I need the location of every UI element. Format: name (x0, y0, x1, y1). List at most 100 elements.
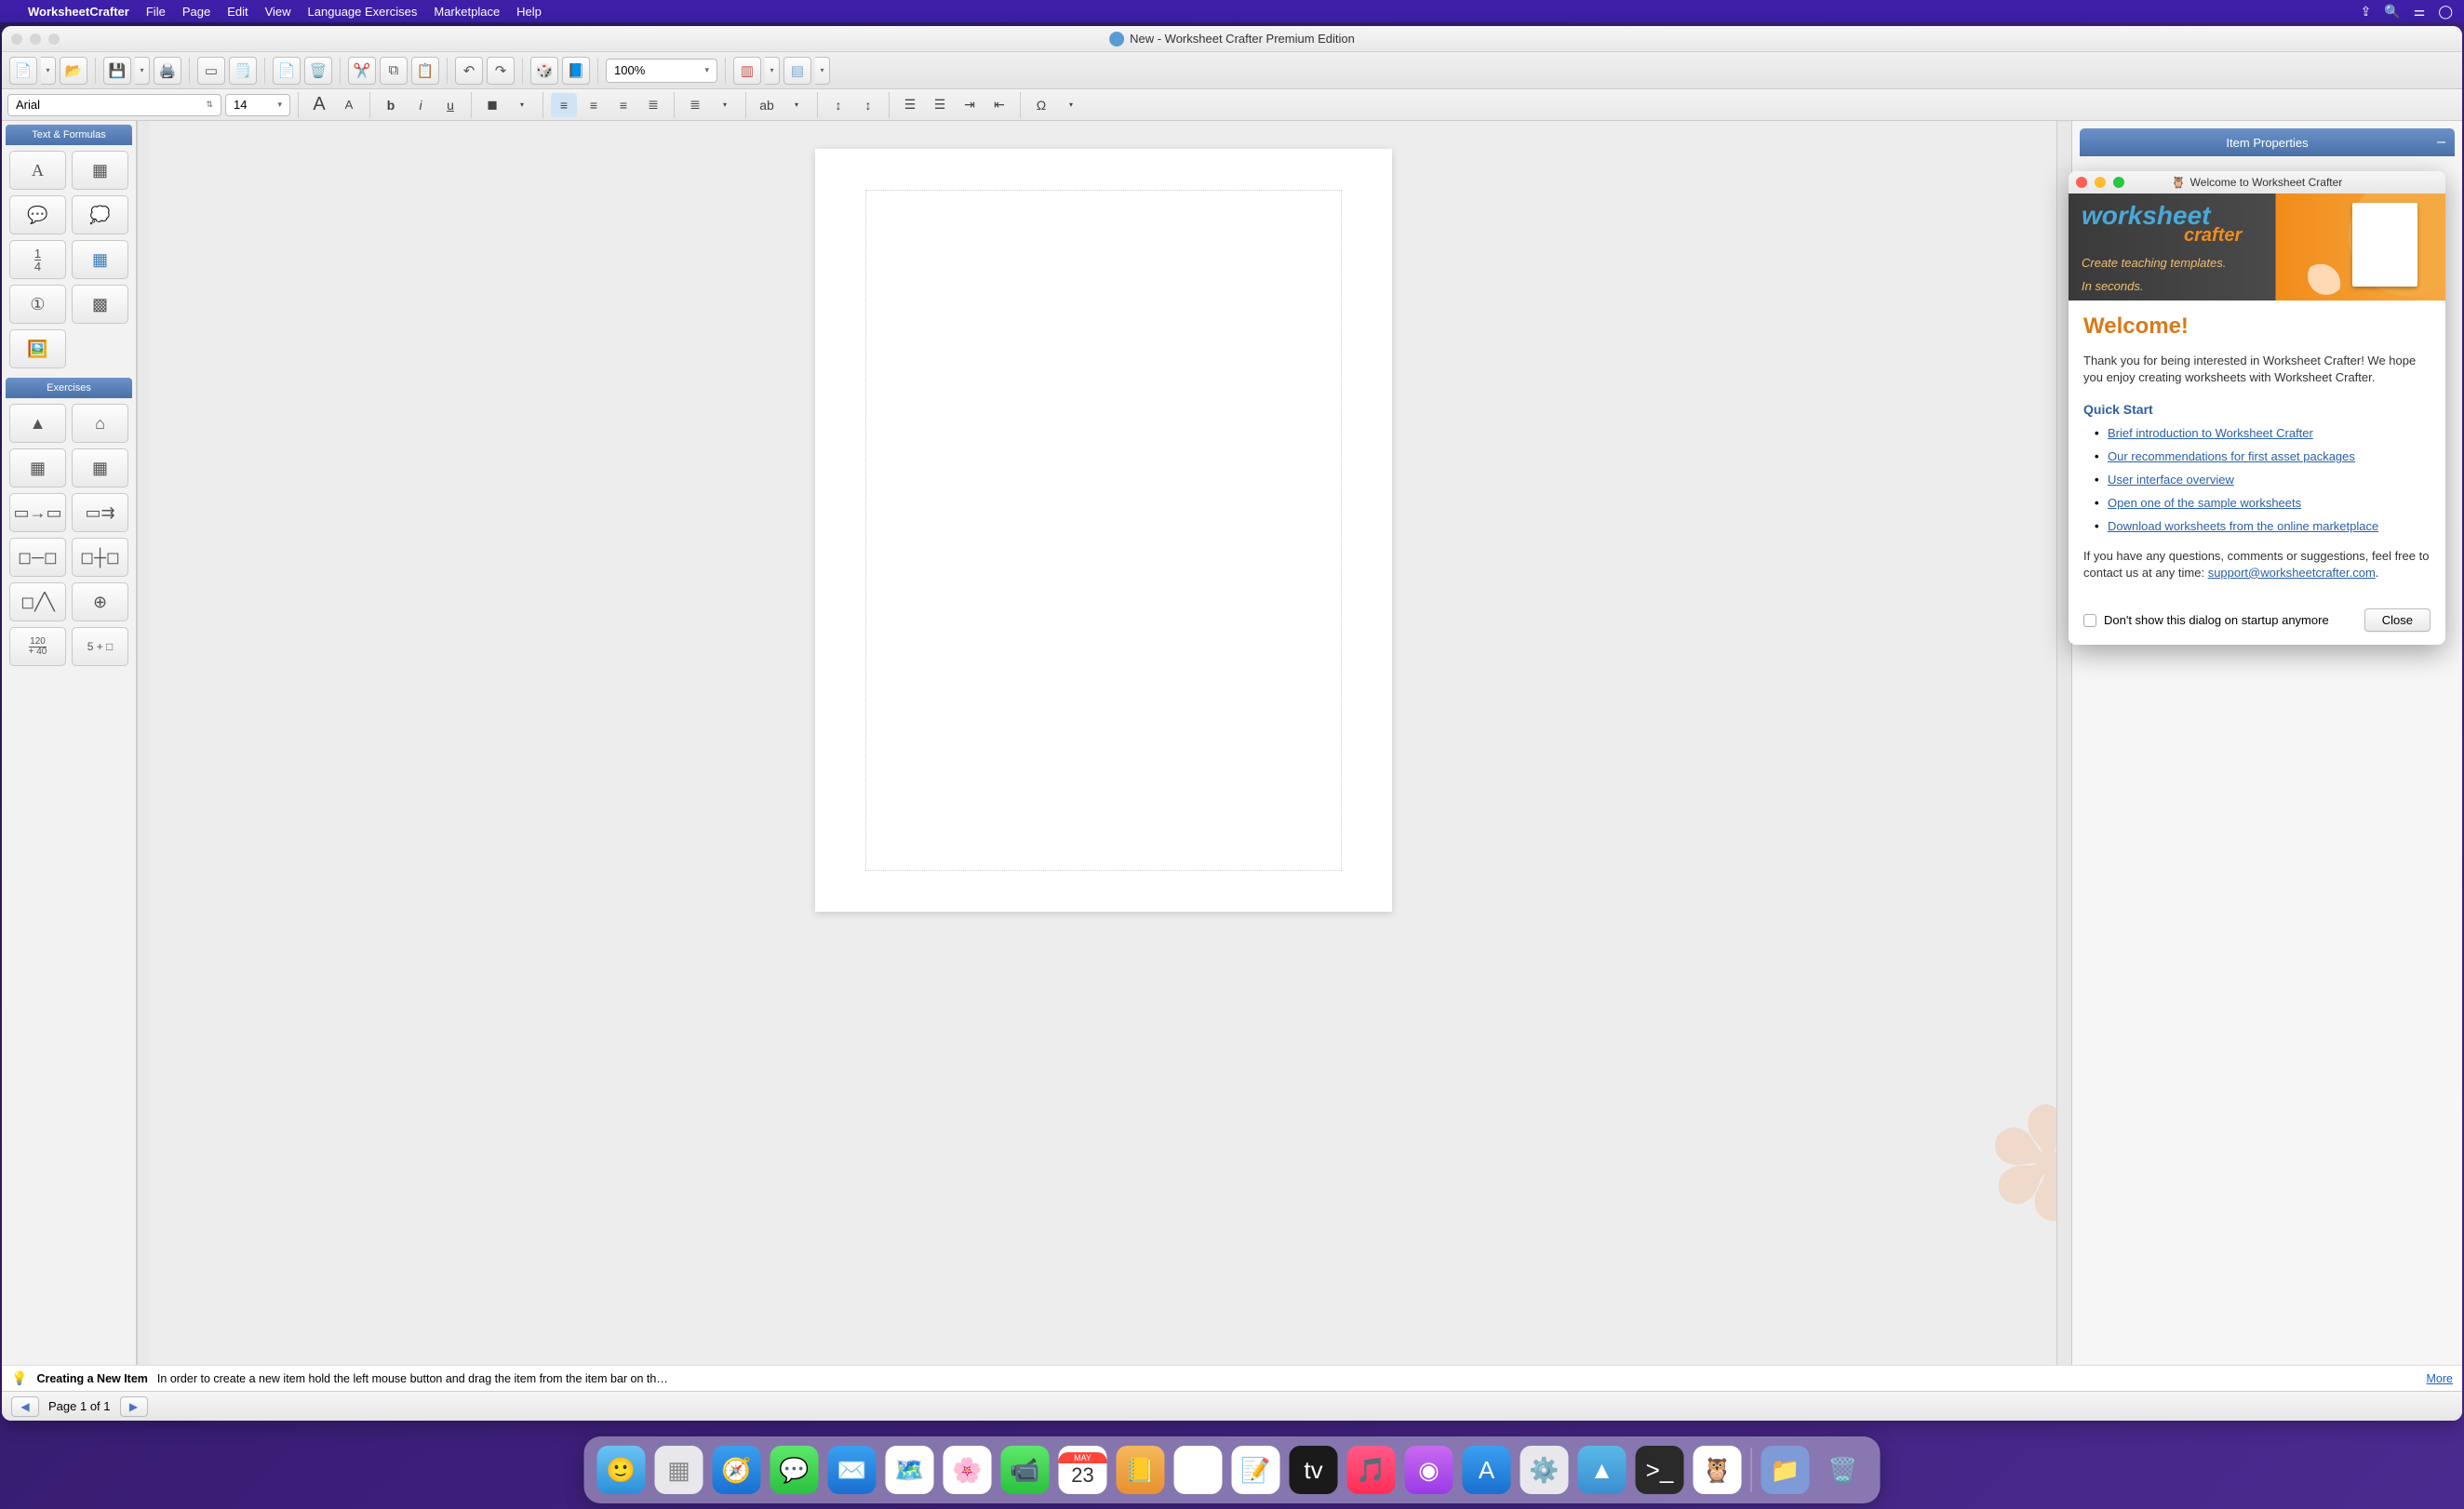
contact-email-link[interactable]: support@worksheetcrafter.com (2208, 566, 2376, 580)
control-center-icon[interactable]: ⚌ (2414, 4, 2426, 20)
redo-button[interactable]: ↷ (487, 57, 515, 85)
hyphenation-dropdown[interactable]: ▾ (783, 93, 810, 117)
dock-finder[interactable]: 🙂 (597, 1446, 646, 1494)
spotlight-icon[interactable]: 🔍 (2384, 4, 2400, 20)
align-vert-dropdown[interactable]: ▾ (815, 57, 830, 85)
worksheet-page[interactable] (815, 149, 1392, 912)
tool-table[interactable]: ▦ (72, 240, 128, 279)
page-layout-button[interactable]: ▭ (197, 57, 225, 85)
tool-flowchart-2[interactable]: ◻┼◻ (72, 538, 128, 577)
tool-image[interactable]: 🖼️ (9, 329, 66, 368)
font-color-dropdown[interactable]: ▾ (509, 93, 535, 117)
dialog-close-icon[interactable] (2076, 177, 2087, 188)
align-center-button[interactable]: ≡ (581, 93, 607, 117)
window-close-icon[interactable] (11, 33, 22, 45)
tool-chain-right[interactable]: ▭→▭ (9, 493, 66, 532)
siri-icon[interactable]: ◯ (2438, 4, 2453, 20)
window-zoom-icon[interactable] (48, 33, 60, 45)
menubar-app-name[interactable]: WorksheetCrafter (28, 5, 129, 19)
tool-grid-small[interactable]: ▦ (9, 448, 66, 487)
list-numbered-button[interactable]: ☰ (897, 93, 923, 117)
dock-safari[interactable]: 🧭 (713, 1446, 761, 1494)
print-button[interactable]: 🖨️ (154, 57, 181, 85)
hyphenation-button[interactable]: ab (754, 93, 780, 117)
quickstart-link-assets[interactable]: Our recommendations for first asset pack… (2108, 449, 2355, 463)
align-justify-button[interactable]: ≣ (640, 93, 666, 117)
dock-notes[interactable]: 📝 (1232, 1446, 1280, 1494)
indent-decrease-button[interactable]: ⇤ (986, 93, 1012, 117)
special-char-dropdown[interactable]: ▾ (1058, 93, 1084, 117)
open-button[interactable]: 📂 (60, 57, 87, 85)
align-right-button[interactable]: ≡ (610, 93, 636, 117)
dice-button[interactable]: 🎲 (530, 57, 558, 85)
tool-qr-code[interactable]: ▩ (72, 285, 128, 324)
tool-circled-number[interactable]: ① (9, 285, 66, 324)
font-increase-button[interactable]: A (306, 93, 332, 117)
window-minimize-icon[interactable] (30, 33, 41, 45)
menu-language-exercises[interactable]: Language Exercises (308, 5, 418, 19)
align-horiz-dropdown[interactable]: ▾ (765, 57, 780, 85)
menu-marketplace[interactable]: Marketplace (434, 5, 500, 19)
menu-edit[interactable]: Edit (227, 5, 248, 19)
tool-equation-blank[interactable]: 5 + □ (72, 627, 128, 666)
tool-speech-bubble[interactable]: 💬 (9, 195, 66, 234)
font-family-combo[interactable]: Arial ⇅ (7, 94, 221, 116)
new-document-button[interactable]: 📄 (9, 57, 37, 85)
dock-contacts[interactable]: 📒 (1117, 1446, 1165, 1494)
font-decrease-button[interactable]: A (336, 93, 362, 117)
close-button[interactable]: Close (2364, 608, 2431, 632)
bold-button[interactable]: b (378, 93, 404, 117)
tool-tree[interactable]: ◻╱╲ (9, 582, 66, 621)
dictionary-button[interactable]: 📘 (562, 57, 590, 85)
dock-settings[interactable]: ⚙️ (1520, 1446, 1569, 1494)
status-upload-icon[interactable]: ⇪ (2361, 4, 2372, 20)
dock-terminal[interactable]: >_ (1636, 1446, 1684, 1494)
tool-flowchart-1[interactable]: ◻─◻ (9, 538, 66, 577)
tool-book[interactable]: ▦ (72, 151, 128, 190)
undo-button[interactable]: ↶ (455, 57, 483, 85)
tool-panel-scrollbar[interactable] (137, 121, 150, 1365)
add-page-button[interactable]: 📄 (273, 57, 301, 85)
quickstart-link-ui-overview[interactable]: User interface overview (2108, 473, 2234, 487)
tool-chain-split[interactable]: ▭⇉ (72, 493, 128, 532)
italic-button[interactable]: i (408, 93, 434, 117)
tool-wheel[interactable]: ⊕ (72, 582, 128, 621)
paste-button[interactable]: 📋 (411, 57, 439, 85)
tool-addition-column[interactable]: 120+ 40 (9, 627, 66, 666)
menu-view[interactable]: View (265, 5, 291, 19)
dock-appstore[interactable]: A (1463, 1446, 1511, 1494)
quickstart-link-marketplace[interactable]: Download worksheets from the online mark… (2108, 519, 2378, 533)
align-vert-button[interactable]: ▤ (783, 57, 811, 85)
tool-fraction[interactable]: 14 (9, 240, 66, 279)
zoom-combo[interactable]: 100% ▾ (606, 59, 717, 83)
dont-show-checkbox[interactable] (2083, 614, 2096, 627)
dock-app-1[interactable]: ▲ (1578, 1446, 1627, 1494)
menu-page[interactable]: Page (182, 5, 210, 19)
dialog-minimize-icon[interactable] (2095, 177, 2106, 188)
dock-facetime[interactable]: 📹 (1001, 1446, 1050, 1494)
cut-button[interactable]: ✂️ (348, 57, 376, 85)
dock-trash[interactable]: 🗑️ (1819, 1446, 1868, 1494)
line-spacing-inc-button[interactable]: ↕ (825, 93, 851, 117)
dock-messages[interactable]: 💬 (770, 1446, 819, 1494)
font-color-button[interactable]: ◼ (479, 93, 505, 117)
copy-button[interactable]: ⧉ (380, 57, 408, 85)
tool-text-frame[interactable]: A (9, 151, 66, 190)
prev-page-button[interactable]: ◀ (11, 1396, 39, 1417)
save-button[interactable]: 💾 (103, 57, 131, 85)
special-char-button[interactable]: Ω (1028, 93, 1054, 117)
next-page-button[interactable]: ▶ (120, 1396, 148, 1417)
dialog-zoom-icon[interactable] (2113, 177, 2124, 188)
delete-page-button[interactable]: 🗑️ (304, 57, 332, 85)
menu-file[interactable]: File (146, 5, 166, 19)
dock-reminders[interactable]: ☰ (1174, 1446, 1223, 1494)
line-spacing-dec-button[interactable]: ↕ (855, 93, 881, 117)
properties-minimize-icon[interactable]: – (2437, 134, 2445, 151)
save-dropdown[interactable]: ▾ (135, 57, 150, 85)
align-left-button[interactable]: ≡ (551, 93, 577, 117)
valign-dropdown[interactable]: ▾ (712, 93, 738, 117)
dock-photos[interactable]: 🌸 (944, 1446, 992, 1494)
dock-tv[interactable]: tv (1290, 1446, 1338, 1494)
menu-help[interactable]: Help (516, 5, 542, 19)
tool-thought-bubble[interactable]: 💭 (72, 195, 128, 234)
